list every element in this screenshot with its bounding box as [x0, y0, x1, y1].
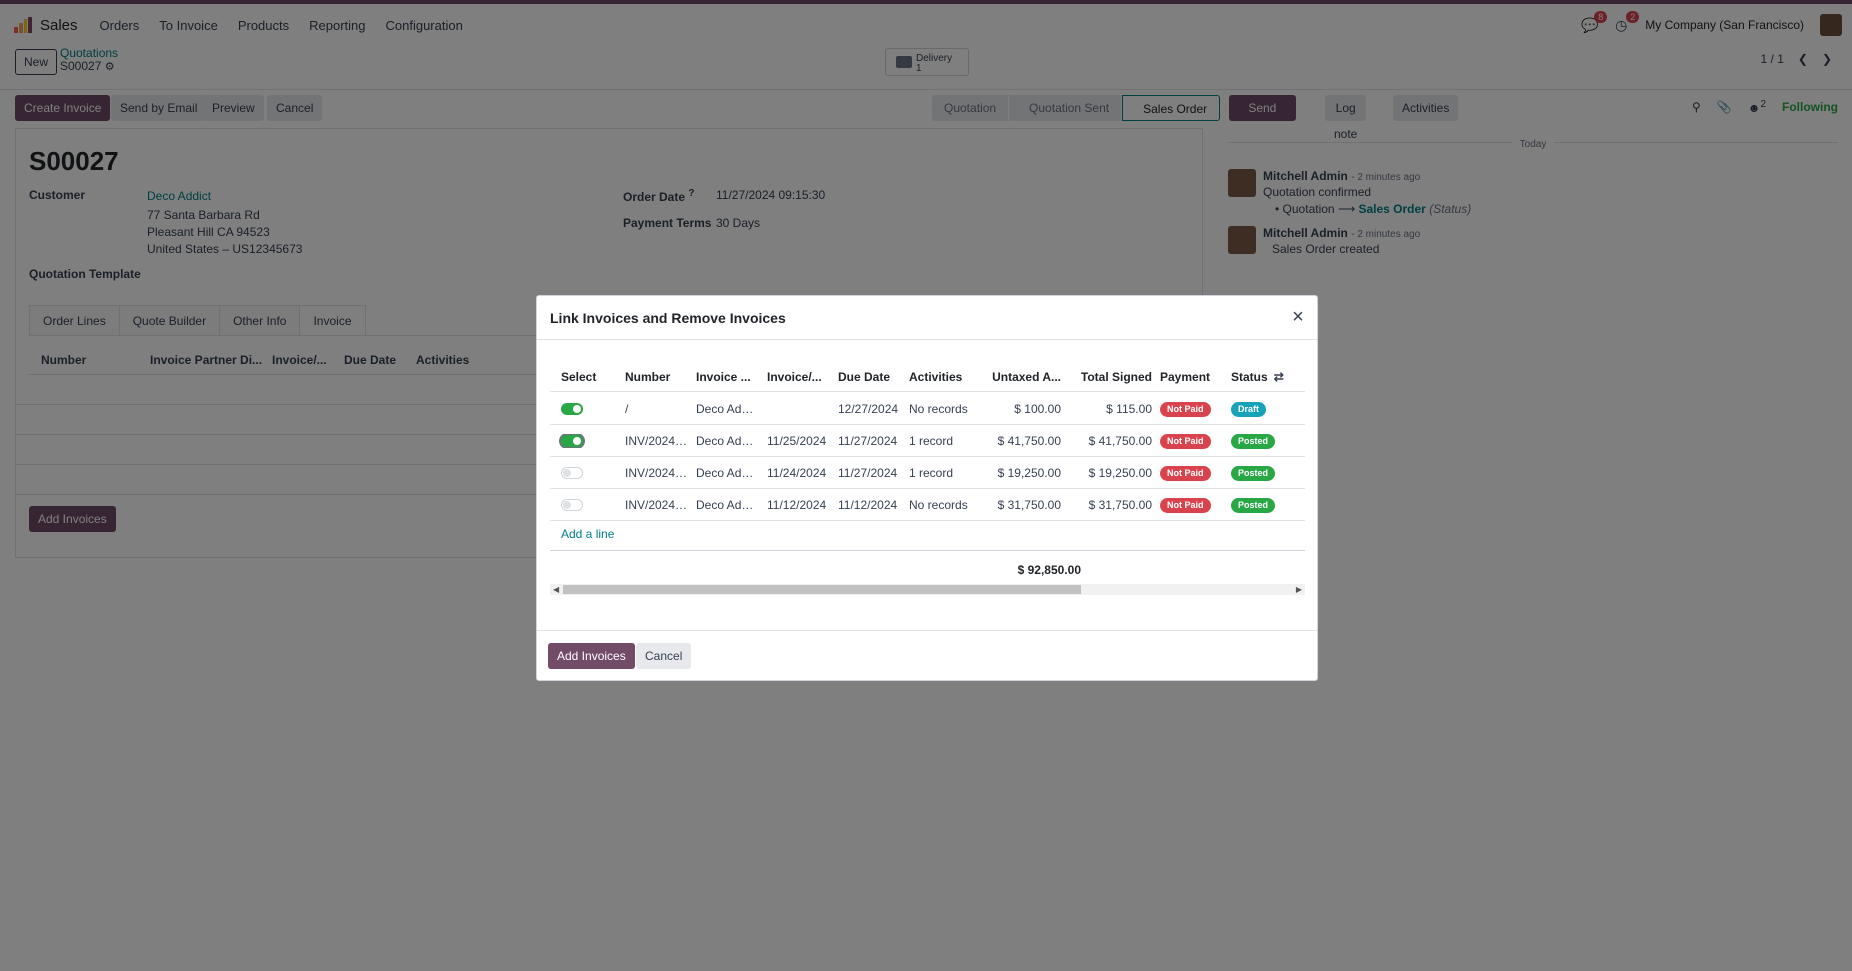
select-cell	[550, 402, 621, 416]
cell-activities[interactable]: 1 record	[905, 434, 985, 448]
status-badge: Posted	[1231, 497, 1276, 513]
cell-due-date: 11/12/2024	[838, 497, 898, 512]
add-invoices-button[interactable]: Add Invoices	[548, 643, 635, 669]
col-invoice-partner[interactable]: Invoice ...	[692, 370, 763, 384]
cell-invoice-date: 11/12/2024	[767, 497, 827, 512]
cell-payment: Not Paid	[1156, 497, 1227, 513]
select-toggle[interactable]	[561, 403, 583, 416]
table-row[interactable]: INV/2024/... Deco Addict 11/12/2024 11/1…	[550, 489, 1305, 521]
col-number[interactable]: Number	[621, 370, 692, 384]
untaxed-total: $ 92,850.00	[1017, 563, 1081, 577]
grid-footer-divider	[550, 550, 1305, 551]
status-badge: Posted	[1231, 465, 1276, 481]
select-toggle[interactable]	[561, 435, 583, 448]
table-row[interactable]: / Deco Addict 12/27/2024 No records $ 10…	[550, 393, 1305, 425]
payment-badge: Not Paid	[1160, 465, 1211, 481]
cell-status: Draft	[1227, 401, 1291, 417]
grid-header: Select Number Invoice ... Invoice/... Du…	[550, 362, 1305, 392]
cell-partner: Deco Addict	[696, 433, 761, 448]
toggle-knob	[573, 437, 581, 446]
col-status: Status ⇄	[1227, 370, 1291, 384]
select-cell	[550, 434, 621, 448]
cell-due-date: 11/27/2024	[838, 465, 898, 480]
cell-total: $ 19,250.00	[1088, 465, 1152, 480]
scrollbar-thumb[interactable]	[563, 585, 1081, 594]
cell-untaxed: $ 100.00	[1014, 401, 1061, 416]
cell-total: $ 41,750.00	[1088, 433, 1152, 448]
cell-status: Posted	[1227, 433, 1291, 449]
col-payment[interactable]: Payment	[1156, 370, 1227, 384]
table-row[interactable]: INV/2024/... Deco Addict 11/24/2024 11/2…	[550, 457, 1305, 489]
status-badge: Draft	[1231, 401, 1267, 417]
cell-invoice-date: 11/24/2024	[767, 465, 827, 480]
table-row[interactable]: INV/2024/... Deco Addict 11/25/2024 11/2…	[550, 425, 1305, 457]
cell-due-date: 12/27/2024	[838, 401, 899, 416]
cell-activities[interactable]: No records	[905, 498, 985, 512]
col-select[interactable]: Select	[550, 370, 621, 384]
cell-untaxed: $ 31,750.00	[997, 497, 1061, 512]
cell-activities[interactable]: 1 record	[905, 466, 985, 480]
add-a-line-link[interactable]: Add a line	[561, 527, 614, 541]
payment-badge: Not Paid	[1160, 433, 1211, 449]
toggle-knob	[563, 501, 571, 510]
toggle-knob	[573, 405, 581, 414]
cell-invoice-date: 11/25/2024	[767, 433, 827, 448]
cancel-button[interactable]: Cancel	[636, 643, 692, 669]
cell-payment: Not Paid	[1156, 433, 1227, 449]
payment-badge: Not Paid	[1160, 497, 1211, 513]
close-icon[interactable]: ×	[1288, 307, 1308, 327]
horizontal-scrollbar[interactable]: ◀ ▶	[550, 584, 1305, 595]
col-untaxed-amount[interactable]: Untaxed A...	[985, 370, 1065, 384]
select-cell	[550, 466, 621, 480]
col-total-signed[interactable]: Total Signed	[1065, 370, 1156, 384]
payment-badge: Not Paid	[1160, 401, 1211, 417]
cell-total: $ 115.00	[1106, 401, 1152, 416]
select-toggle[interactable]	[561, 467, 583, 480]
cell-number: /	[625, 401, 629, 416]
cell-payment: Not Paid	[1156, 401, 1227, 417]
cell-untaxed: $ 41,750.00	[997, 433, 1061, 448]
status-badge: Posted	[1231, 433, 1276, 449]
cell-number: INV/2024/...	[625, 497, 689, 512]
cell-number: INV/2024/...	[625, 465, 689, 480]
cell-partner: Deco Addict	[696, 465, 761, 480]
cell-payment: Not Paid	[1156, 465, 1227, 481]
modal-header: Link Invoices and Remove Invoices ×	[537, 296, 1317, 340]
cell-total: $ 31,750.00	[1088, 497, 1152, 512]
cell-status: Posted	[1227, 497, 1291, 513]
col-activities[interactable]: Activities	[905, 370, 985, 384]
cell-status: Posted	[1227, 465, 1291, 481]
scroll-right-icon[interactable]: ▶	[1296, 584, 1302, 595]
modal-title: Link Invoices and Remove Invoices	[550, 310, 786, 326]
scroll-left-icon[interactable]: ◀	[553, 584, 559, 595]
select-toggle[interactable]	[561, 499, 583, 512]
cell-due-date: 11/27/2024	[838, 433, 898, 448]
cell-number: INV/2024/...	[625, 433, 689, 448]
col-status-label[interactable]: Status	[1231, 370, 1268, 384]
link-invoices-dialog: Link Invoices and Remove Invoices × Sele…	[536, 295, 1318, 681]
select-cell	[550, 498, 621, 512]
cell-partner: Deco Addict	[696, 401, 761, 416]
cell-untaxed: $ 19,250.00	[997, 465, 1061, 480]
toggle-knob	[563, 469, 571, 478]
col-invoice-date[interactable]: Invoice/...	[763, 370, 834, 384]
cell-partner: Deco Addict	[696, 497, 761, 512]
cell-activities[interactable]: No records	[905, 402, 985, 416]
col-due-date[interactable]: Due Date	[834, 370, 905, 384]
modal-footer: Add Invoices Cancel	[537, 630, 1317, 680]
optional-columns-icon[interactable]: ⇄	[1274, 370, 1284, 384]
